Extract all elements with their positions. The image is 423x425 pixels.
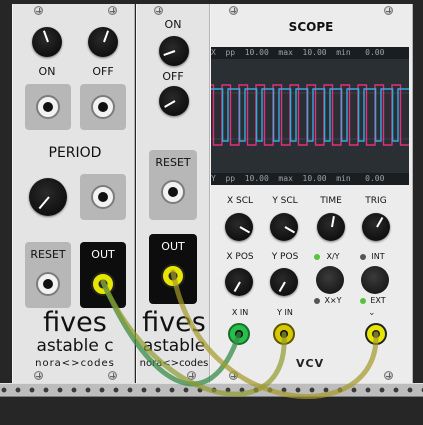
screw-icon <box>108 6 117 15</box>
x-scl-label: X SCL <box>226 196 254 206</box>
off-cv-box <box>80 84 126 130</box>
rack-rail-bottom <box>0 383 423 397</box>
out-jack[interactable] <box>91 272 115 296</box>
y-in-jack[interactable] <box>273 323 295 345</box>
scope-y-stats: Y pp 10.00 max 10.00 min 0.00 <box>211 173 409 185</box>
screw-icon <box>154 6 163 15</box>
on-knob[interactable] <box>32 27 62 57</box>
x-in-jack[interactable] <box>228 323 250 345</box>
reset-box: RESET <box>149 150 197 220</box>
int-label: INT <box>371 252 385 261</box>
reset-label: RESET <box>30 248 66 261</box>
fives-astable-module: ON OFF RESET OUT fives astable nora<>cod… <box>136 4 210 384</box>
off-knob[interactable] <box>159 86 189 116</box>
y-in-label: Y IN <box>277 308 293 317</box>
x-in-label: X IN <box>231 308 249 317</box>
period-cv-box <box>80 174 126 220</box>
y-scl-knob[interactable] <box>270 213 298 241</box>
on-cv-box <box>25 84 71 130</box>
xy-label: X/Y <box>326 252 340 261</box>
screw-icon <box>108 371 117 380</box>
on-label: ON <box>38 65 56 78</box>
brand-fives: fives <box>142 307 206 338</box>
int-trigger-led <box>360 254 366 260</box>
on-knob[interactable] <box>159 36 189 66</box>
screw-icon <box>384 371 393 380</box>
screw-icon <box>229 371 238 380</box>
x-pos-label: X POS <box>226 252 254 262</box>
out-box: OUT <box>80 242 126 308</box>
x-pos-knob[interactable] <box>225 268 253 296</box>
screw-icon <box>229 6 238 15</box>
maker-label: nora<>codes <box>35 358 115 369</box>
scope-title: SCOPE <box>288 20 334 34</box>
out-box: OUT <box>149 234 197 304</box>
ext-trigger-led <box>360 298 366 304</box>
out-jack[interactable] <box>161 264 185 288</box>
trigger-source-button[interactable] <box>361 266 389 294</box>
off-label: OFF <box>92 65 114 78</box>
ext-label: EXT <box>370 296 386 305</box>
xy-mode-led <box>314 254 320 260</box>
trig-label: TRIG <box>365 196 387 206</box>
time-label: TIME <box>320 196 342 206</box>
off-label: OFF <box>162 70 184 83</box>
fives-astable-c-module: ON OFF PERIOD RESET OUT fives astable c … <box>12 4 135 384</box>
out-label: OUT <box>161 240 185 253</box>
vcv-logo: VCV <box>296 357 325 370</box>
trig-knob[interactable] <box>362 213 390 241</box>
screw-icon <box>384 6 393 15</box>
reset-jack[interactable] <box>161 180 185 204</box>
scope-traces <box>211 84 409 146</box>
maker-label: nora<>codes <box>139 358 209 369</box>
chevron-down-icon: ⌄ <box>368 308 376 318</box>
y-scl-label: Y SCL <box>272 196 298 206</box>
off-cv-jack[interactable] <box>91 95 115 119</box>
y-pos-label: Y POS <box>271 252 299 262</box>
x-scl-knob[interactable] <box>225 213 253 241</box>
xxy-mode-led <box>314 298 320 304</box>
on-label: ON <box>164 18 182 31</box>
scope-display[interactable]: X pp 10.00 max 10.00 min 0.00 Y pp 10.00… <box>211 47 409 185</box>
time-knob[interactable] <box>317 213 345 241</box>
period-label: PERIOD <box>48 145 102 161</box>
out-label: OUT <box>91 248 115 261</box>
off-knob[interactable] <box>88 27 118 57</box>
period-knob[interactable] <box>29 178 67 216</box>
reset-label: RESET <box>155 156 191 169</box>
xy-mode-button[interactable] <box>316 266 344 294</box>
period-cv-jack[interactable] <box>91 185 115 209</box>
screw-icon <box>34 371 43 380</box>
brand-subtitle: astable c <box>36 336 114 356</box>
reset-box: RESET <box>25 242 71 308</box>
screw-icon <box>187 371 196 380</box>
xxy-label: X×Y <box>324 296 342 305</box>
y-pos-knob[interactable] <box>270 268 298 296</box>
brand-subtitle: astable <box>142 336 206 356</box>
screw-icon <box>34 6 43 15</box>
on-cv-jack[interactable] <box>36 95 60 119</box>
reset-jack[interactable] <box>36 272 60 296</box>
trig-ext-in-jack[interactable] <box>365 323 387 345</box>
brand-fives: fives <box>43 307 107 338</box>
